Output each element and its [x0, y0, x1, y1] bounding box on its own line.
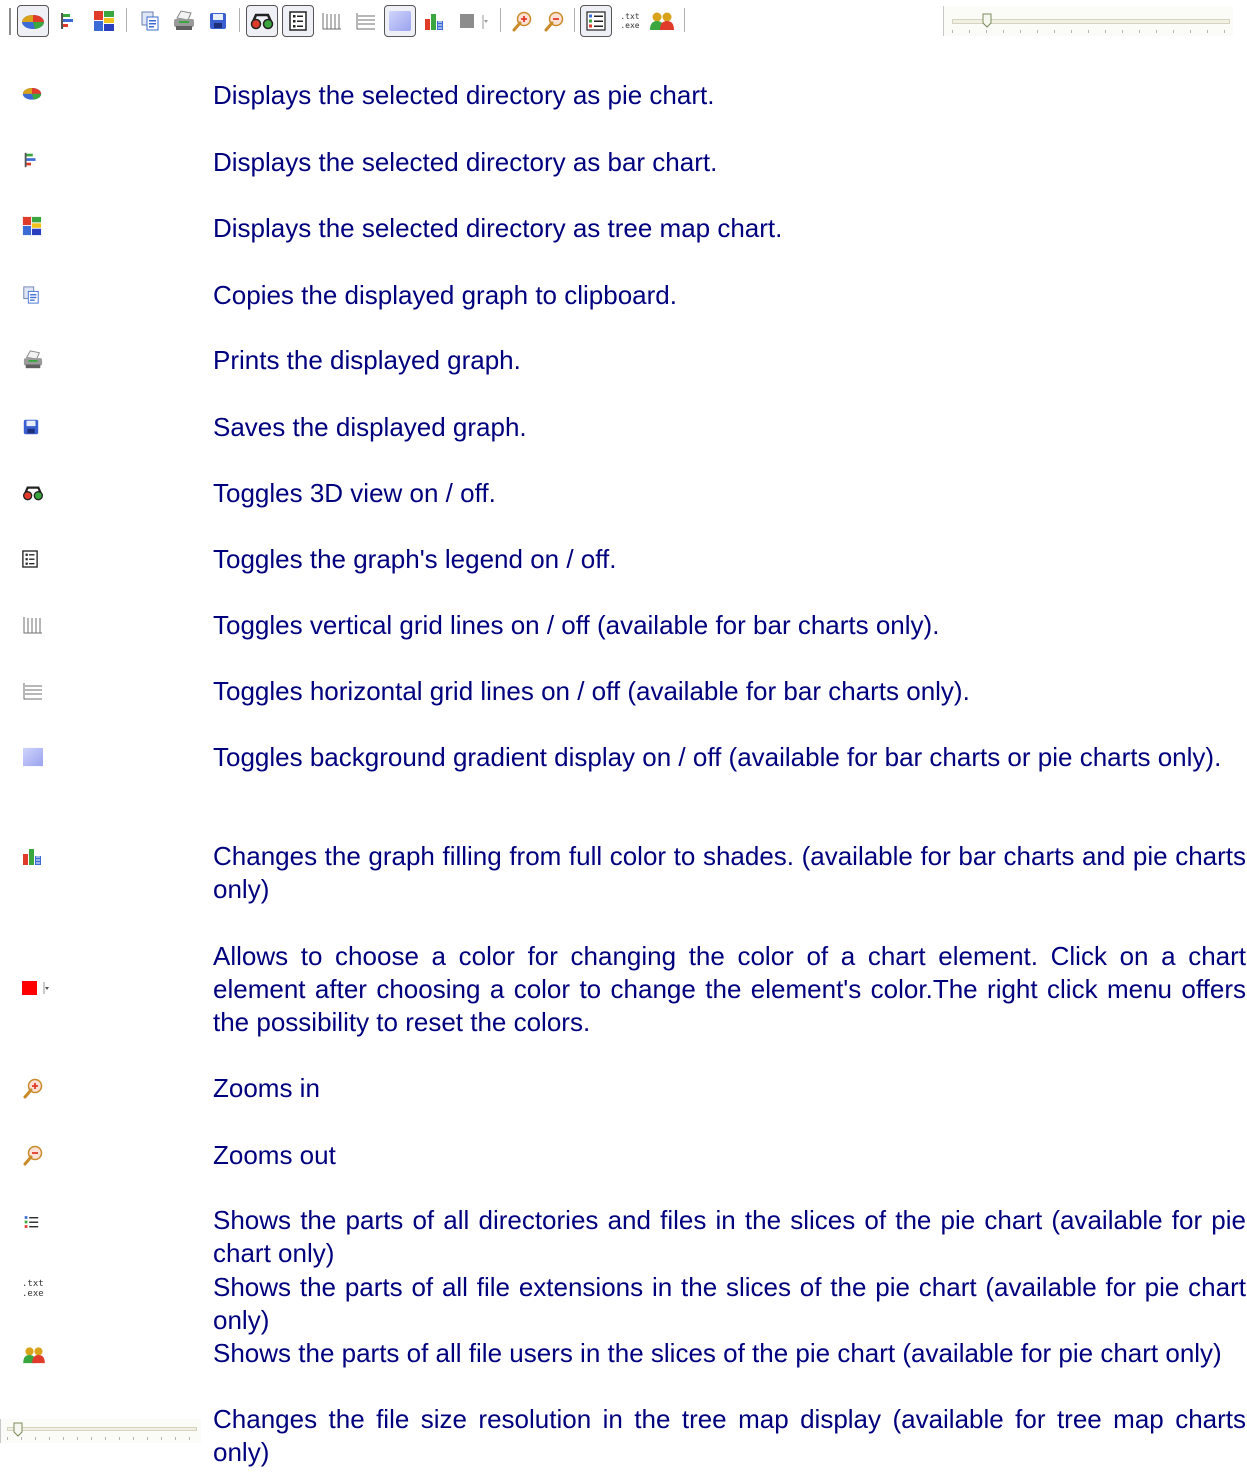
item-description: Prints the displayed graph. — [213, 345, 521, 375]
ext-icon-txt: .txt — [22, 1279, 44, 1289]
background-gradient-icon — [22, 743, 62, 771]
slider-thumb[interactable] — [982, 13, 992, 28]
toolbar-separator — [126, 8, 127, 32]
directories-files-icon — [22, 1208, 62, 1236]
directories-files-button[interactable] — [580, 5, 612, 37]
item-description: Displays the selected directory as tree … — [213, 213, 783, 243]
item-description: Toggles horizontal grid lines on / off (… — [213, 676, 970, 706]
file-size-resolution-slider[interactable] — [943, 6, 1233, 36]
item-description: Displays the selected directory as bar c… — [213, 147, 718, 177]
file-extensions-button[interactable]: .txt .exe — [614, 5, 646, 37]
directories-files-icon — [586, 11, 606, 31]
file-users-icon — [22, 1341, 62, 1369]
item-description: Toggles vertical grid lines on / off (av… — [213, 610, 940, 640]
print-icon — [172, 10, 196, 32]
color-picker-icon — [22, 974, 62, 1002]
legend-icon — [22, 545, 62, 573]
chart-toolbar: .txt .exe — [0, 0, 1247, 40]
vertical-grid-button[interactable] — [316, 5, 348, 37]
toolbar-grip[interactable] — [9, 8, 12, 35]
color-dropdown-button[interactable] — [478, 5, 492, 37]
tree-map-icon — [22, 212, 62, 240]
shades-fill-icon — [22, 842, 62, 870]
vertical-grid-icon — [321, 11, 343, 31]
background-gradient-button[interactable] — [384, 5, 416, 37]
file-users-button[interactable] — [646, 5, 678, 37]
color-picker-icon — [458, 12, 478, 30]
chevron-down-icon — [481, 11, 489, 31]
toolbar-separator — [574, 8, 575, 32]
horizontal-grid-icon — [355, 11, 377, 31]
background-gradient-icon — [388, 10, 412, 32]
toolbar-separator — [684, 8, 685, 32]
print-button[interactable] — [168, 5, 200, 37]
pie-chart-icon — [21, 12, 45, 30]
slider-track — [952, 19, 1230, 24]
bar-chart-icon — [22, 146, 62, 174]
ext-icon-txt: .txt — [620, 12, 640, 21]
copy-button[interactable] — [134, 5, 166, 37]
zoom-in-button[interactable] — [506, 5, 538, 37]
bar-chart-button[interactable] — [52, 5, 84, 37]
save-button[interactable] — [202, 5, 234, 37]
item-description: Zooms out — [213, 1140, 336, 1170]
item-description: Zooms in — [213, 1073, 320, 1103]
vertical-grid-icon — [22, 611, 62, 639]
tree-map-icon — [93, 10, 115, 32]
zoom-out-icon — [22, 1141, 62, 1169]
save-icon — [22, 413, 62, 441]
slider-ticks — [952, 30, 1228, 33]
resolution-slider-icon — [0, 1419, 201, 1443]
file-users-icon — [649, 11, 675, 31]
file-extensions-icon: .txt .exe — [620, 12, 639, 30]
toolbar-separator — [239, 8, 240, 32]
pie-chart-button[interactable] — [17, 5, 49, 37]
zoom-out-icon — [543, 10, 565, 32]
legend-icon — [289, 11, 307, 31]
shades-fill-button[interactable] — [418, 5, 450, 37]
item-description: Shows the parts of all file users in the… — [213, 1338, 1222, 1368]
file-extensions-icon: .txt .exe — [22, 1275, 62, 1303]
zoom-out-button[interactable] — [538, 5, 570, 37]
ext-icon-exe: .exe — [22, 1289, 44, 1299]
print-icon — [22, 346, 62, 374]
item-description: Copies the displayed graph to clipboard. — [213, 280, 677, 310]
item-description: Shows the parts of all directories and f… — [213, 1205, 1246, 1268]
bar-chart-icon — [58, 11, 78, 31]
pie-chart-icon — [22, 79, 62, 107]
item-description: Toggles background gradient display on /… — [213, 742, 1222, 772]
zoom-in-icon — [511, 10, 533, 32]
legend-button[interactable] — [282, 5, 314, 37]
3d-view-icon — [250, 12, 274, 30]
item-description: Changes the file size resolution in the … — [213, 1404, 1246, 1467]
item-description: Shows the parts of all file extensions i… — [213, 1272, 1246, 1335]
ext-icon-exe: .exe — [620, 21, 640, 30]
horizontal-grid-button[interactable] — [350, 5, 382, 37]
item-description: Saves the displayed graph. — [213, 412, 527, 442]
item-description: Toggles the graph's legend on / off. — [213, 544, 617, 574]
3d-view-icon — [22, 479, 62, 507]
item-description: Changes the graph filling from full colo… — [213, 841, 1246, 904]
tree-map-button[interactable] — [88, 5, 120, 37]
3d-view-button[interactable] — [246, 5, 278, 37]
item-description: Allows to choose a color for changing th… — [213, 941, 1246, 1037]
item-description: Displays the selected directory as pie c… — [213, 80, 715, 110]
shades-fill-icon — [424, 11, 444, 31]
toolbar-separator — [500, 8, 501, 32]
copy-icon — [22, 281, 62, 309]
horizontal-grid-icon — [22, 677, 62, 705]
zoom-in-icon — [22, 1074, 62, 1102]
copy-icon — [140, 10, 160, 32]
save-icon — [208, 11, 228, 31]
item-description: Toggles 3D view on / off. — [213, 478, 496, 508]
